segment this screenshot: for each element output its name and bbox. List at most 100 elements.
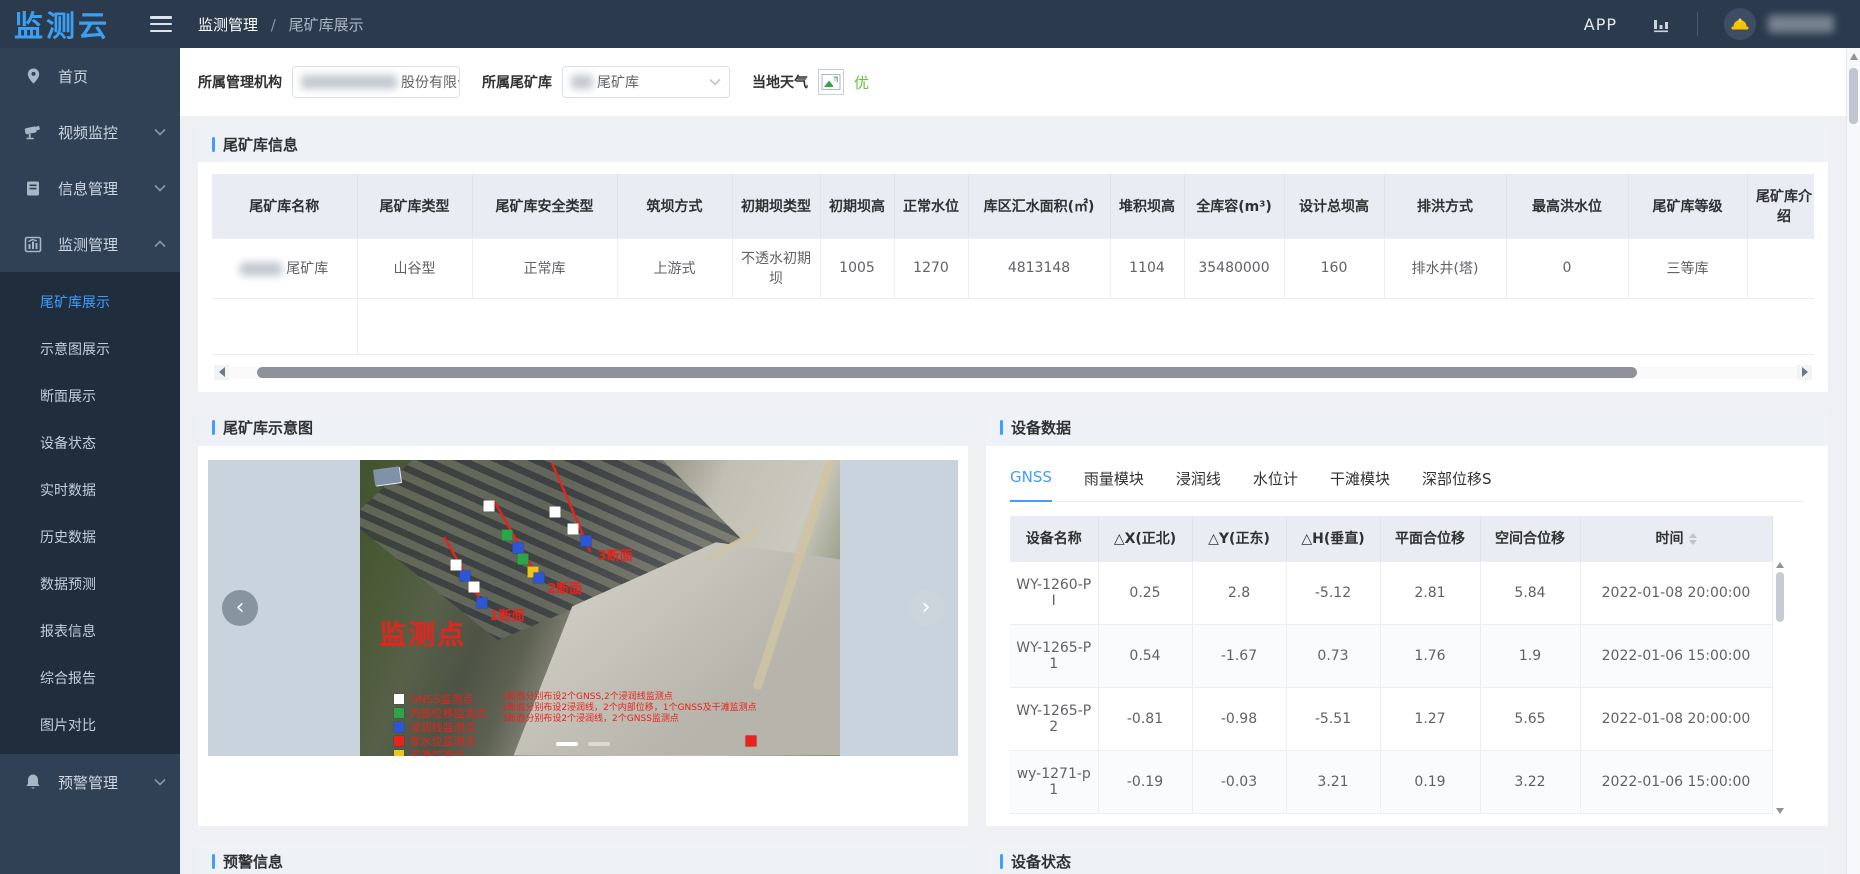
info-column-header: 初期坝高	[820, 174, 894, 238]
monitoring-marker	[533, 572, 544, 583]
sidebar-item-视频监控[interactable]: 视频监控	[0, 104, 180, 160]
app-logo: 监测云	[14, 3, 144, 45]
page-scroll-up-arrow-icon[interactable]	[1850, 53, 1858, 60]
sidebar-subitem-图片对比[interactable]: 图片对比	[0, 701, 180, 748]
section-label-1断面: 1断面	[490, 605, 525, 624]
username-blurred[interactable]	[1768, 15, 1834, 33]
accent-bar	[212, 854, 215, 869]
org-filter-input[interactable]: 股份有限公司	[292, 66, 460, 98]
page-scrollbar-thumb[interactable]	[1849, 68, 1858, 124]
monitoring-marker	[746, 735, 757, 746]
org-visible-text: 股份有限公司	[401, 72, 460, 92]
device-table-scrollbar[interactable]	[1775, 562, 1785, 814]
schematic-note: 1断面分别布设2个GNSS,2个浸润线监测点	[502, 692, 757, 703]
device-table-row: WY-1265-P10.54-1.670.731.761.92022-01-06…	[1010, 625, 1772, 688]
location-pin-icon	[24, 67, 42, 85]
device-column-header: △X(正北)	[1098, 516, 1192, 562]
page-scrollbar[interactable]	[1846, 48, 1860, 874]
bar-chart-icon[interactable]	[1651, 14, 1671, 34]
monitoring-marker	[476, 598, 487, 609]
camera-icon	[24, 123, 42, 141]
org-blurred-text	[301, 75, 397, 89]
tab-干滩模块[interactable]: 干滩模块	[1330, 460, 1390, 501]
device-cell: -5.12	[1286, 562, 1380, 625]
sidebar-subitem-数据预测[interactable]: 数据预测	[0, 560, 180, 607]
weather-label: 当地天气	[752, 72, 808, 92]
sidebar-subitem-综合报告[interactable]: 综合报告	[0, 654, 180, 701]
tab-雨量模块[interactable]: 雨量模块	[1084, 460, 1144, 501]
carousel-next-button[interactable]: ›	[908, 590, 944, 626]
sidebar-subitem-尾矿库展示[interactable]: 尾矿库展示	[0, 278, 180, 325]
info-cell: 4813148	[968, 238, 1110, 298]
mine-filter-select[interactable]: 尾矿库	[562, 66, 730, 98]
info-cell: 排水井(塔)	[1384, 238, 1506, 298]
info-cell: 1270	[894, 238, 968, 298]
weather-quality-value: 优	[854, 72, 869, 93]
device-cell: 0.54	[1098, 625, 1192, 688]
breadcrumb-parent[interactable]: 监测管理	[198, 16, 258, 34]
sidebar-subitem-示意图展示[interactable]: 示意图展示	[0, 325, 180, 372]
sidebar-item-首页[interactable]: 首页	[0, 48, 180, 104]
scroll-right-arrow-icon[interactable]	[1797, 365, 1812, 380]
hamburger-icon[interactable]	[150, 16, 172, 32]
accent-bar	[1000, 854, 1003, 869]
sidebar-subitem-实时数据[interactable]: 实时数据	[0, 466, 180, 513]
device-cell: 3.22	[1480, 751, 1580, 814]
monitoring-legend: GNSS监测点内部位移监测点浸润线监测点库水位监测点干滩监测点	[394, 692, 487, 756]
main-content: 所属管理机构 股份有限公司 所属尾矿库 尾矿库 当地天气 优	[180, 48, 1846, 874]
sidebar-subitem-报表信息[interactable]: 报表信息	[0, 607, 180, 654]
device-table-row: WY-1265-P2-0.81-0.98-5.511.275.652022-01…	[1010, 688, 1772, 751]
mine-filter-label: 所属尾矿库	[482, 72, 552, 92]
device-cell: 3.21	[1286, 751, 1380, 814]
empty-cell	[357, 298, 1814, 354]
carousel-prev-button[interactable]: ‹	[222, 590, 258, 626]
chevron-down-icon	[709, 78, 721, 86]
monitoring-marker	[501, 529, 512, 540]
mine-visible-text: 尾矿库	[597, 72, 639, 92]
app-link[interactable]: APP	[1584, 15, 1617, 34]
tab-深部位移S[interactable]: 深部位移S	[1422, 460, 1492, 501]
tailings-info-table: 尾矿库名称尾矿库类型尾矿库安全类型筑坝方式初期坝类型初期坝高正常水位库区汇水面积…	[212, 174, 1814, 355]
helmet-avatar-icon[interactable]	[1724, 8, 1756, 40]
tab-浸润线[interactable]: 浸润线	[1176, 460, 1221, 501]
device-table-row: wy-1271-p1-0.19-0.033.210.193.222022-01-…	[1010, 751, 1772, 814]
info-column-header: 设计总坝高	[1284, 174, 1384, 238]
breadcrumb: 监测管理 / 尾矿库展示	[198, 14, 364, 35]
device-cell: WY-1265-P2	[1010, 688, 1098, 751]
device-column-header: △H(垂直)	[1286, 516, 1380, 562]
carousel-dot[interactable]	[588, 742, 610, 746]
scroll-left-arrow-icon[interactable]	[214, 365, 229, 380]
alerts-card-title: 预警信息	[223, 851, 283, 872]
info-cell: 不透水初期坝	[732, 238, 820, 298]
scroll-down-arrow-icon[interactable]	[1776, 808, 1784, 814]
device-table-row: WY-1260-PI0.252.8-5.122.815.842022-01-08…	[1010, 562, 1772, 625]
topbar: 监测云 监测管理 / 尾矿库展示 APP	[0, 0, 1860, 48]
device-data-tabs: GNSS 雨量模块浸润线水位计干滩模块深部位移S	[1010, 460, 1804, 502]
device-scrollbar-thumb[interactable]	[1776, 572, 1784, 622]
info-cell: 三等库	[1628, 238, 1747, 298]
legend-item: 内部位移监测点	[394, 706, 487, 720]
sidebar-subitem-历史数据[interactable]: 历史数据	[0, 513, 180, 560]
horizontal-scrollbar[interactable]	[214, 365, 1812, 380]
device-cell: 5.65	[1480, 688, 1580, 751]
info-column-header: 尾矿库名称	[212, 174, 357, 238]
sort-carets-icon[interactable]	[1689, 533, 1697, 545]
tab-水位计[interactable]: 水位计	[1253, 460, 1298, 501]
device-cell: 2.81	[1380, 562, 1480, 625]
sidebar-item-信息管理[interactable]: 信息管理	[0, 160, 180, 216]
tab-GNSS[interactable]: GNSS	[1010, 460, 1052, 501]
carousel-dot[interactable]	[556, 742, 578, 746]
device-cell: 1.76	[1380, 625, 1480, 688]
tailings-info-card-title: 尾矿库信息	[223, 134, 298, 155]
sidebar-item-预警管理[interactable]: 预警管理	[0, 754, 180, 810]
sidebar-item-监测管理[interactable]: 监测管理	[0, 216, 180, 272]
info-cell: 35480000	[1184, 238, 1284, 298]
sidebar-subitem-断面展示[interactable]: 断面展示	[0, 372, 180, 419]
device-status-card-header: 设备状态	[986, 844, 1828, 874]
horizontal-scrollbar-track[interactable]	[229, 366, 1797, 379]
sidebar-subitem-设备状态[interactable]: 设备状态	[0, 419, 180, 466]
alerts-card: 预警信息	[198, 844, 968, 874]
monitoring-marker	[568, 524, 579, 535]
scroll-up-arrow-icon[interactable]	[1776, 562, 1784, 568]
horizontal-scrollbar-thumb[interactable]	[257, 367, 1637, 378]
